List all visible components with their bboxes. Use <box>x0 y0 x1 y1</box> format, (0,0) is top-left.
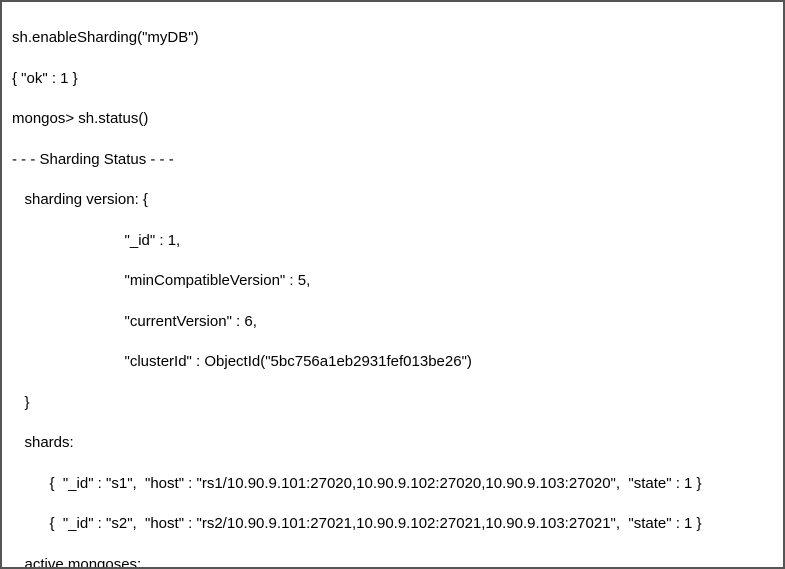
shard-s2: { "_id" : "s2", "host" : "rs2/10.90.9.10… <box>12 514 773 534</box>
sharding-version-clusterid: "clusterId" : ObjectId("5bc756a1eb2931fe… <box>12 352 773 372</box>
active-mongoses-header: active mongoses: <box>12 555 773 569</box>
cmd-enable-sharding: sh.enableSharding("myDB") <box>12 28 773 48</box>
sharding-version-mincompat: "minCompatibleVersion" : 5, <box>12 271 773 291</box>
sharding-version-close: } <box>12 393 773 413</box>
result-ok: { "ok" : 1 } <box>12 69 773 89</box>
terminal-output: sh.enableSharding("myDB") { "ok" : 1 } m… <box>0 0 785 569</box>
shard-s1: { "_id" : "s1", "host" : "rs1/10.90.9.10… <box>12 474 773 494</box>
sharding-version-current: "currentVersion" : 6, <box>12 312 773 332</box>
sharding-version-open: sharding version: { <box>12 190 773 210</box>
cmd-sh-status: mongos> sh.status() <box>12 109 773 129</box>
sharding-version-id: "_id" : 1, <box>12 231 773 251</box>
shards-header: shards: <box>12 433 773 453</box>
status-header: - - - Sharding Status - - - <box>12 150 773 170</box>
